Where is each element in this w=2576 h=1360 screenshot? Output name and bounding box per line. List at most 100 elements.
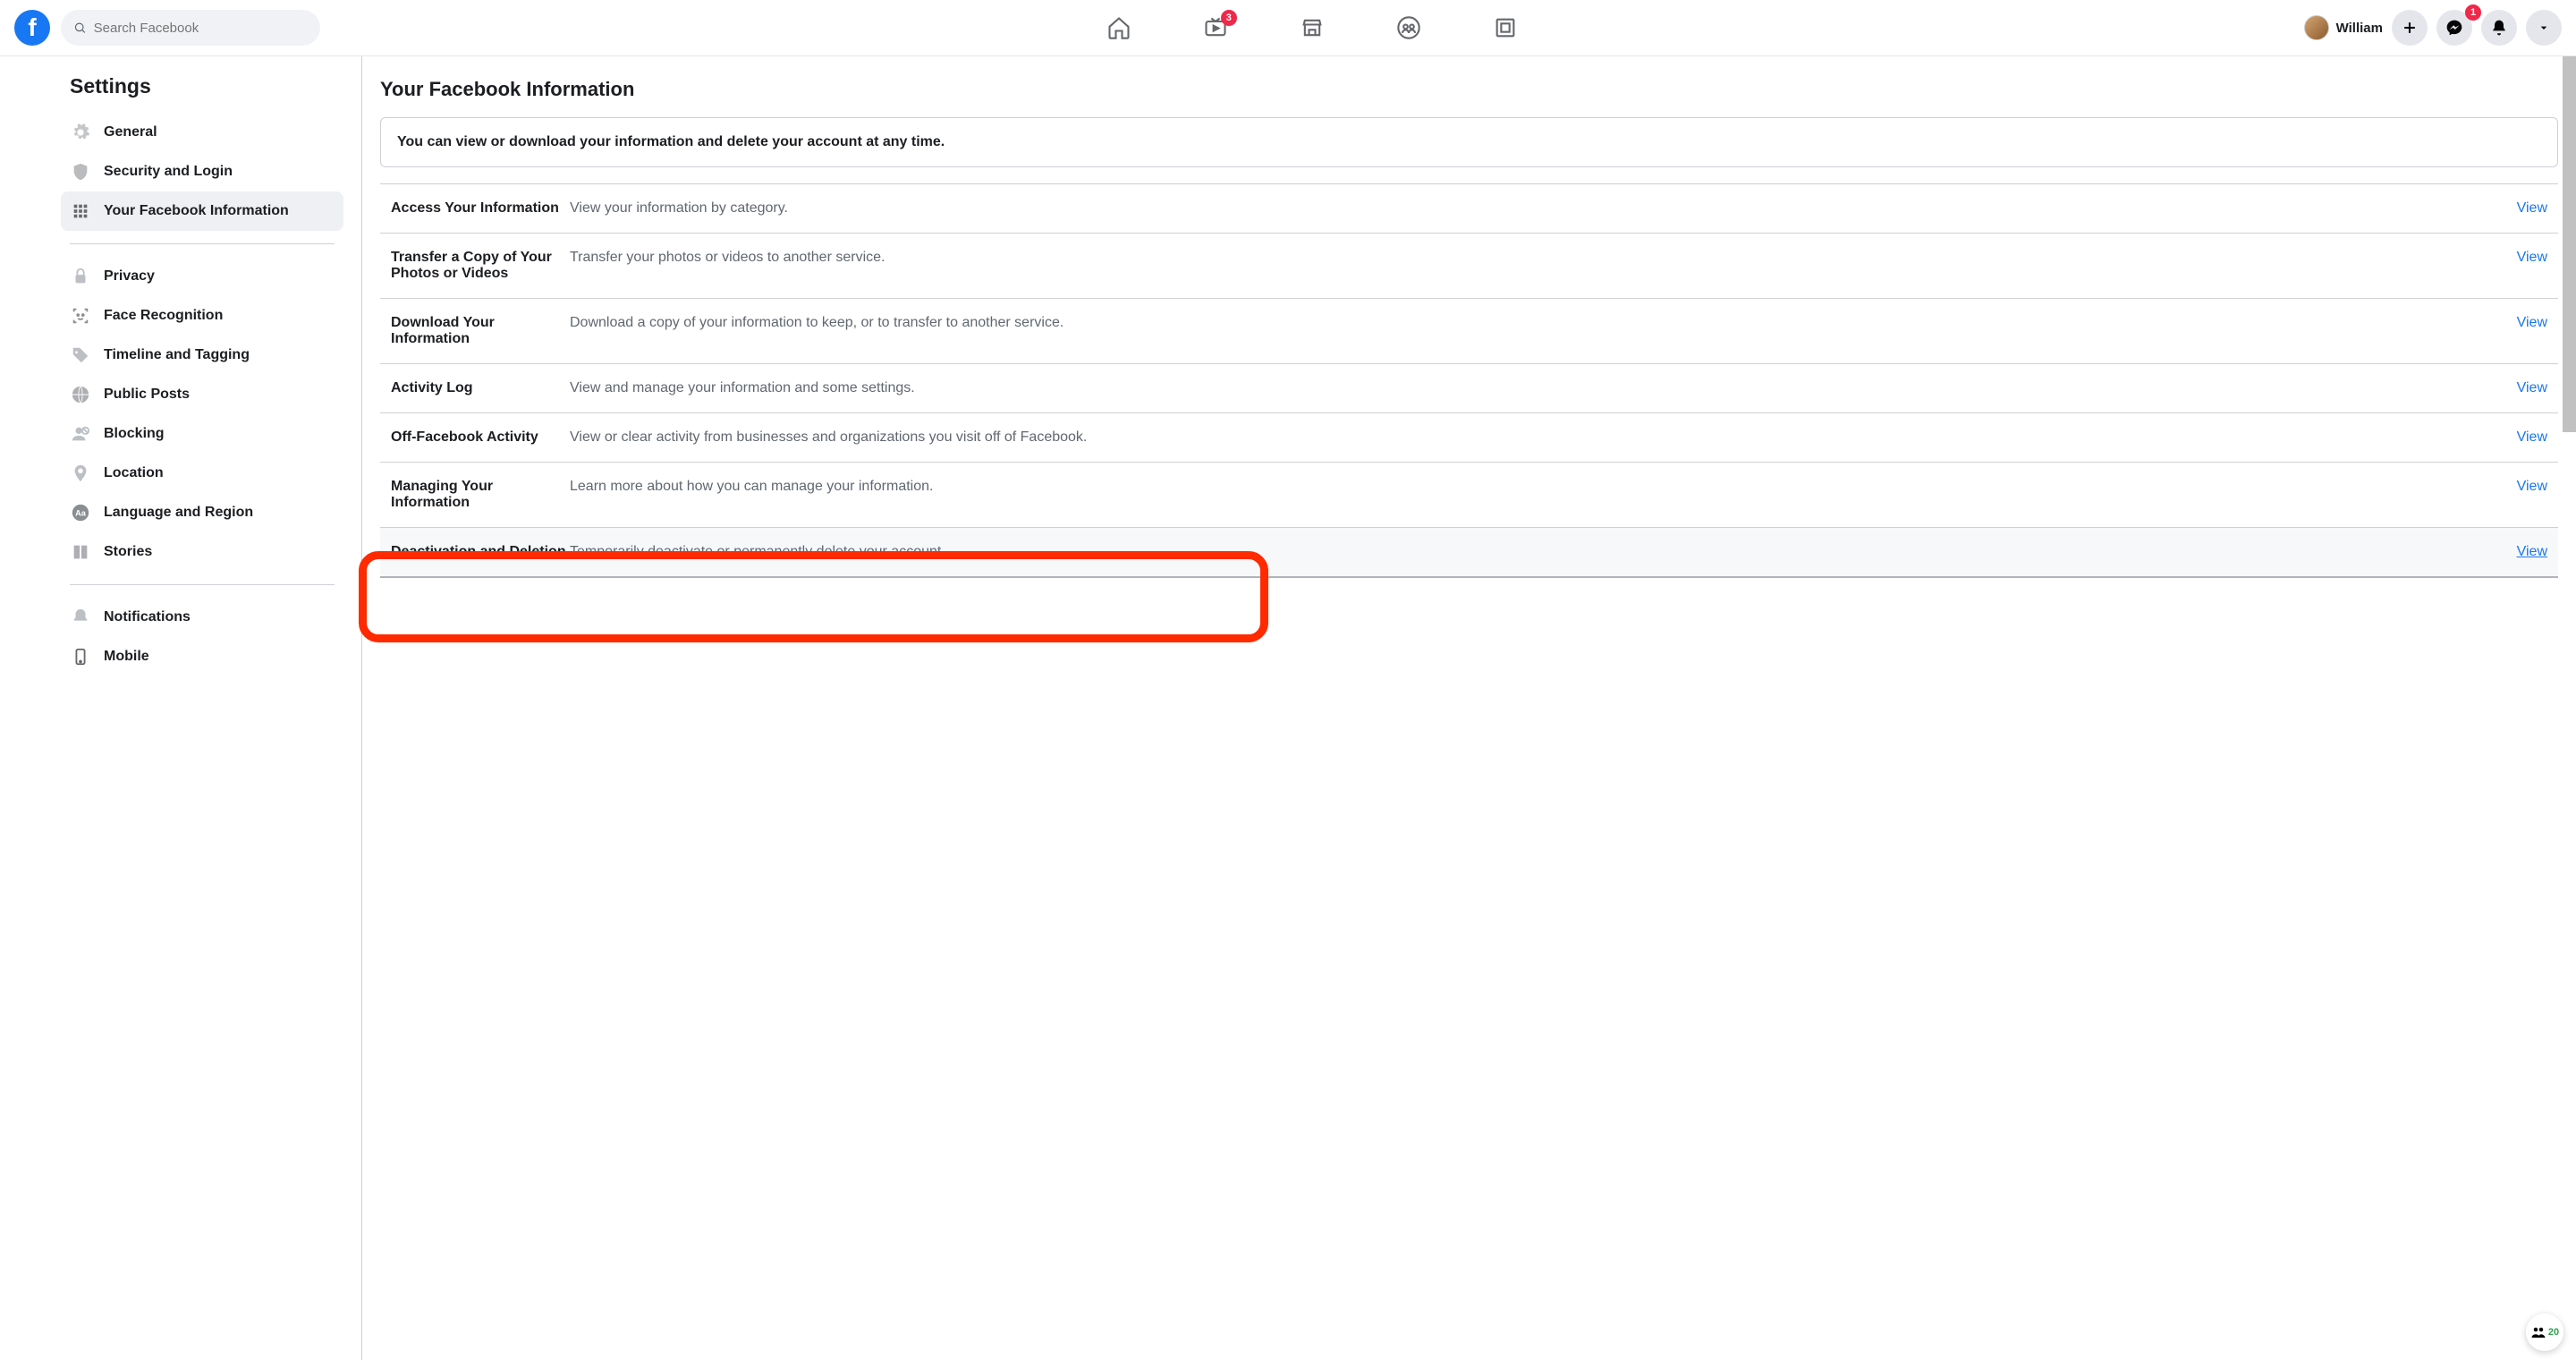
globe-icon (70, 384, 91, 405)
row-desc: View your information by category. (570, 200, 2494, 217)
row-desc: Transfer your photos or videos to anothe… (570, 250, 2494, 266)
sidebar-item-label: Your Facebook Information (104, 203, 289, 219)
nav-center: 3 (320, 15, 2304, 40)
chat-count: 20 (2548, 1327, 2559, 1338)
account-menu-button[interactable] (2526, 10, 2562, 46)
nav-right: William 1 (2304, 10, 2562, 46)
view-link[interactable]: View (2517, 479, 2547, 494)
user-name: William (2336, 21, 2383, 36)
user-chip[interactable]: William (2304, 15, 2383, 40)
row-desc: Temporarily deactivate or permanently de… (570, 544, 2494, 560)
plus-icon (2401, 19, 2419, 37)
row-title: Off-Facebook Activity (391, 429, 570, 446)
sidebar-item-label: Face Recognition (104, 308, 223, 324)
sidebar-item-timeline[interactable]: Timeline and Tagging (61, 336, 343, 375)
avatar (2304, 15, 2329, 40)
shield-icon (70, 161, 91, 183)
divider (70, 243, 335, 244)
tag-icon (70, 344, 91, 366)
row-desc: Download a copy of your information to k… (570, 315, 2494, 331)
search-input[interactable] (94, 21, 308, 36)
sidebar-item-language[interactable]: Aa Language and Region (61, 493, 343, 532)
row-title: Deactivation and Deletion (391, 544, 570, 560)
block-icon (70, 423, 91, 445)
content-wrap: Settings General Security and Login Your… (0, 56, 2576, 1360)
sidebar: Settings General Security and Login Your… (0, 56, 362, 1360)
row-deactivation: Deactivation and Deletion Temporarily de… (380, 528, 2558, 578)
row-transfer: Transfer a Copy of Your Photos or Videos… (380, 234, 2558, 299)
row-activity-log: Activity Log View and manage your inform… (380, 364, 2558, 413)
sidebar-item-security[interactable]: Security and Login (61, 152, 343, 191)
row-managing: Managing Your Information Learn more abo… (380, 463, 2558, 528)
gear-icon (70, 122, 91, 143)
bell-icon (2490, 19, 2508, 37)
sidebar-item-mobile[interactable]: Mobile (61, 637, 343, 676)
scrollbar[interactable] (2563, 56, 2576, 432)
sidebar-item-label: Stories (104, 544, 152, 560)
grid-icon (70, 200, 91, 222)
row-title: Download Your Information (391, 315, 570, 347)
page-title: Your Facebook Information (380, 78, 2558, 101)
row-title: Access Your Information (391, 200, 570, 217)
top-bar: f 3 William 1 (0, 0, 2576, 56)
sidebar-item-label: Location (104, 465, 164, 481)
sidebar-item-label: Timeline and Tagging (104, 347, 250, 363)
svg-text:Aa: Aa (75, 509, 87, 518)
sidebar-item-notifications[interactable]: Notifications (61, 598, 343, 637)
sidebar-item-stories[interactable]: Stories (61, 532, 343, 572)
book-icon (70, 541, 91, 563)
facebook-logo[interactable]: f (14, 10, 50, 46)
sidebar-item-your-information[interactable]: Your Facebook Information (61, 191, 343, 231)
home-icon[interactable] (1106, 15, 1131, 40)
row-desc: View or clear activity from businesses a… (570, 429, 2494, 446)
language-icon: Aa (70, 502, 91, 523)
info-banner: You can view or download your informatio… (380, 117, 2558, 167)
info-table: Access Your Information View your inform… (380, 183, 2558, 578)
sidebar-item-label: Privacy (104, 268, 155, 285)
view-link[interactable]: View (2517, 315, 2547, 330)
sidebar-item-label: Mobile (104, 649, 149, 665)
sidebar-item-face-recognition[interactable]: Face Recognition (61, 296, 343, 336)
row-desc: Learn more about how you can manage your… (570, 479, 2494, 495)
sidebar-item-label: General (104, 124, 157, 140)
sidebar-title: Settings (61, 74, 343, 98)
sidebar-item-location[interactable]: Location (61, 454, 343, 493)
groups-icon[interactable] (1396, 15, 1421, 40)
create-button[interactable] (2392, 10, 2428, 46)
sidebar-item-general[interactable]: General (61, 113, 343, 152)
sidebar-item-public-posts[interactable]: Public Posts (61, 375, 343, 414)
view-link[interactable]: View (2517, 250, 2547, 265)
watch-icon[interactable]: 3 (1203, 15, 1228, 40)
row-title: Transfer a Copy of Your Photos or Videos (391, 250, 570, 282)
divider (70, 584, 335, 585)
sidebar-item-label: Blocking (104, 426, 165, 442)
marketplace-icon[interactable] (1300, 15, 1325, 40)
sidebar-item-label: Security and Login (104, 164, 233, 180)
view-link[interactable]: View (2517, 200, 2547, 216)
sidebar-item-label: Public Posts (104, 387, 190, 403)
face-scan-icon (70, 305, 91, 327)
people-icon (2530, 1324, 2546, 1340)
sidebar-item-blocking[interactable]: Blocking (61, 414, 343, 454)
chat-widget[interactable]: 20 (2526, 1313, 2563, 1351)
pin-icon (70, 463, 91, 484)
row-off-facebook: Off-Facebook Activity View or clear acti… (380, 413, 2558, 463)
row-access-info: Access Your Information View your inform… (380, 184, 2558, 234)
messenger-icon (2445, 19, 2463, 37)
search-input-wrap[interactable] (61, 10, 320, 46)
sidebar-item-label: Language and Region (104, 505, 253, 521)
row-title: Managing Your Information (391, 479, 570, 511)
messenger-button[interactable]: 1 (2436, 10, 2472, 46)
mobile-icon (70, 646, 91, 667)
gaming-icon[interactable] (1493, 15, 1518, 40)
view-link[interactable]: View (2517, 429, 2547, 445)
main-content: Your Facebook Information You can view o… (362, 56, 2576, 1360)
view-link[interactable]: View (2517, 380, 2547, 395)
notifications-button[interactable] (2481, 10, 2517, 46)
row-title: Activity Log (391, 380, 570, 396)
view-link[interactable]: View (2517, 544, 2547, 559)
lock-icon (70, 266, 91, 287)
sidebar-item-label: Notifications (104, 609, 191, 625)
messenger-badge: 1 (2465, 4, 2481, 21)
sidebar-item-privacy[interactable]: Privacy (61, 257, 343, 296)
